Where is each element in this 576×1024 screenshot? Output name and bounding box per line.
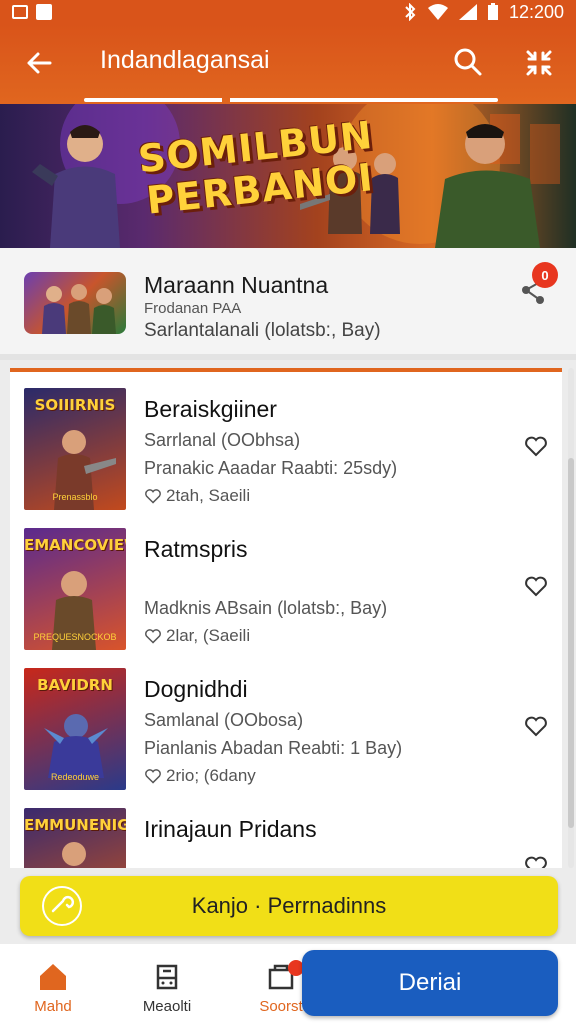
list-item[interactable]: SOIIIRNIS Prenassblo Beraiskgiiner Sarrl… <box>10 378 562 518</box>
item-cover-text: SOIIIRNIS <box>34 396 116 414</box>
bluetooth-icon <box>405 3 416 21</box>
cta-label: Kanjo · Perrnadinns <box>191 893 387 918</box>
featured-card[interactable]: Maraann Nuantna Frodanan PAA Sarlantalan… <box>0 248 576 360</box>
back-arrow-icon[interactable] <box>22 46 56 80</box>
heart-outline-icon <box>145 769 161 784</box>
nav-library[interactable]: Meaolti <box>122 960 212 1015</box>
signal-icon <box>458 4 477 20</box>
list-item[interactable]: EMMUNENIG Irinajaun Pridans <box>10 798 562 868</box>
status-notifications <box>12 4 52 20</box>
tab-indicator <box>84 98 498 102</box>
page-title: Indandlagansai <box>100 46 270 74</box>
featured-thumbnail <box>24 272 126 334</box>
item-likes: 2lar, (Saeili <box>144 626 250 646</box>
favorite-heart-icon[interactable] <box>524 854 548 868</box>
nav-home[interactable]: Mahd <box>8 960 98 1015</box>
favorite-heart-icon[interactable] <box>524 714 548 738</box>
featured-meta: Sarlantalanali (lolatsb:, Bay) <box>144 320 381 341</box>
cta-button[interactable]: Kanjo · Perrnadinns <box>20 876 558 936</box>
list-item[interactable]: EMANCOVIEW PREQUESNOCKOB Ratmspris Madkn… <box>10 518 562 658</box>
item-cover-text: EMMUNENIG <box>24 816 126 834</box>
featured-title: Maraann Nuantna <box>144 272 329 298</box>
nav-store-label: Soorst <box>259 998 303 1015</box>
item-likes-text: 2tah, Saeili <box>166 486 251 505</box>
item-title: Ratmspris <box>144 536 248 562</box>
item-cover: BAVIDRN Redeoduwe <box>24 668 126 790</box>
nav-home-label: Mahd <box>34 998 72 1015</box>
item-detail-2: Pianlanis Abadan Reabti: 1 Bay) <box>144 738 403 758</box>
item-likes-text: 2lar, (Saeili <box>166 626 251 645</box>
item-cover: EMANCOVIEW PREQUESNOCKOB <box>24 528 126 650</box>
tab-indicator-gap <box>222 98 230 102</box>
favorite-heart-icon[interactable] <box>524 574 548 598</box>
status-time: 12:200 <box>508 1 564 22</box>
favorite-heart-icon[interactable] <box>524 434 548 458</box>
nav-library-label: Meaolti <box>142 998 192 1015</box>
item-title: Irinajaun Pridans <box>144 816 317 842</box>
item-likes: 2rio; (6dany <box>144 766 256 786</box>
item-detail-2: Madknis ABsain (lolatsb:, Bay) <box>144 598 388 618</box>
hero-banner[interactable]: SOMILBUN PERBANOI <box>0 104 576 248</box>
heart-outline-icon <box>145 629 161 644</box>
item-title: Dognidhdi <box>144 676 248 702</box>
status-bar: 12:200 <box>0 0 576 24</box>
item-cover-text: BAVIDRN <box>37 676 113 694</box>
item-detail-1: Samlanal (OObosa) <box>144 710 304 730</box>
item-detail-1: Sarrlanal (OObhsa) <box>144 430 301 450</box>
item-detail-2: Pranakic Aaadar Raabti: 25sdy) <box>144 458 398 478</box>
notification-badge: 0 <box>532 262 558 288</box>
library-icon <box>156 964 178 990</box>
item-cover-foot: Redeoduwe <box>50 772 100 782</box>
fullscreen-exit-icon[interactable] <box>522 46 556 80</box>
home-icon <box>40 964 66 990</box>
item-likes-text: 2rio; (6dany <box>166 766 256 785</box>
item-cover: SOIIIRNIS Prenassblo <box>24 388 126 510</box>
scrollbar-thumb[interactable] <box>568 458 574 828</box>
item-cover-foot: PREQUESNOCKOB <box>33 632 117 642</box>
list-scrollbar[interactable] <box>568 368 574 868</box>
primary-action-button[interactable]: Deriai <box>302 950 558 1016</box>
search-icon[interactable] <box>452 46 484 78</box>
list-item[interactable]: BAVIDRN Redeoduwe Dognidhdi Samlanal (OO… <box>10 658 562 798</box>
item-cover: EMMUNENIG <box>24 808 126 868</box>
image-notification-icon <box>36 4 52 20</box>
wifi-icon <box>427 4 448 20</box>
game-list: SOIIIRNIS Prenassblo Beraiskgiiner Sarrl… <box>10 368 562 868</box>
item-likes: 2tah, Saeili <box>144 486 250 506</box>
item-title: Beraiskgiiner <box>144 396 277 422</box>
item-cover-foot: Prenassblo <box>52 492 98 502</box>
status-right: 12:200 <box>403 2 564 23</box>
heart-outline-icon <box>145 489 161 504</box>
notification-icon <box>12 5 28 19</box>
app-bar: Indandlagansai <box>0 24 576 104</box>
battery-icon <box>487 3 498 20</box>
item-cover-text: EMANCOVIEW <box>24 536 126 554</box>
featured-subtitle: Frodanan PAA <box>144 300 242 317</box>
